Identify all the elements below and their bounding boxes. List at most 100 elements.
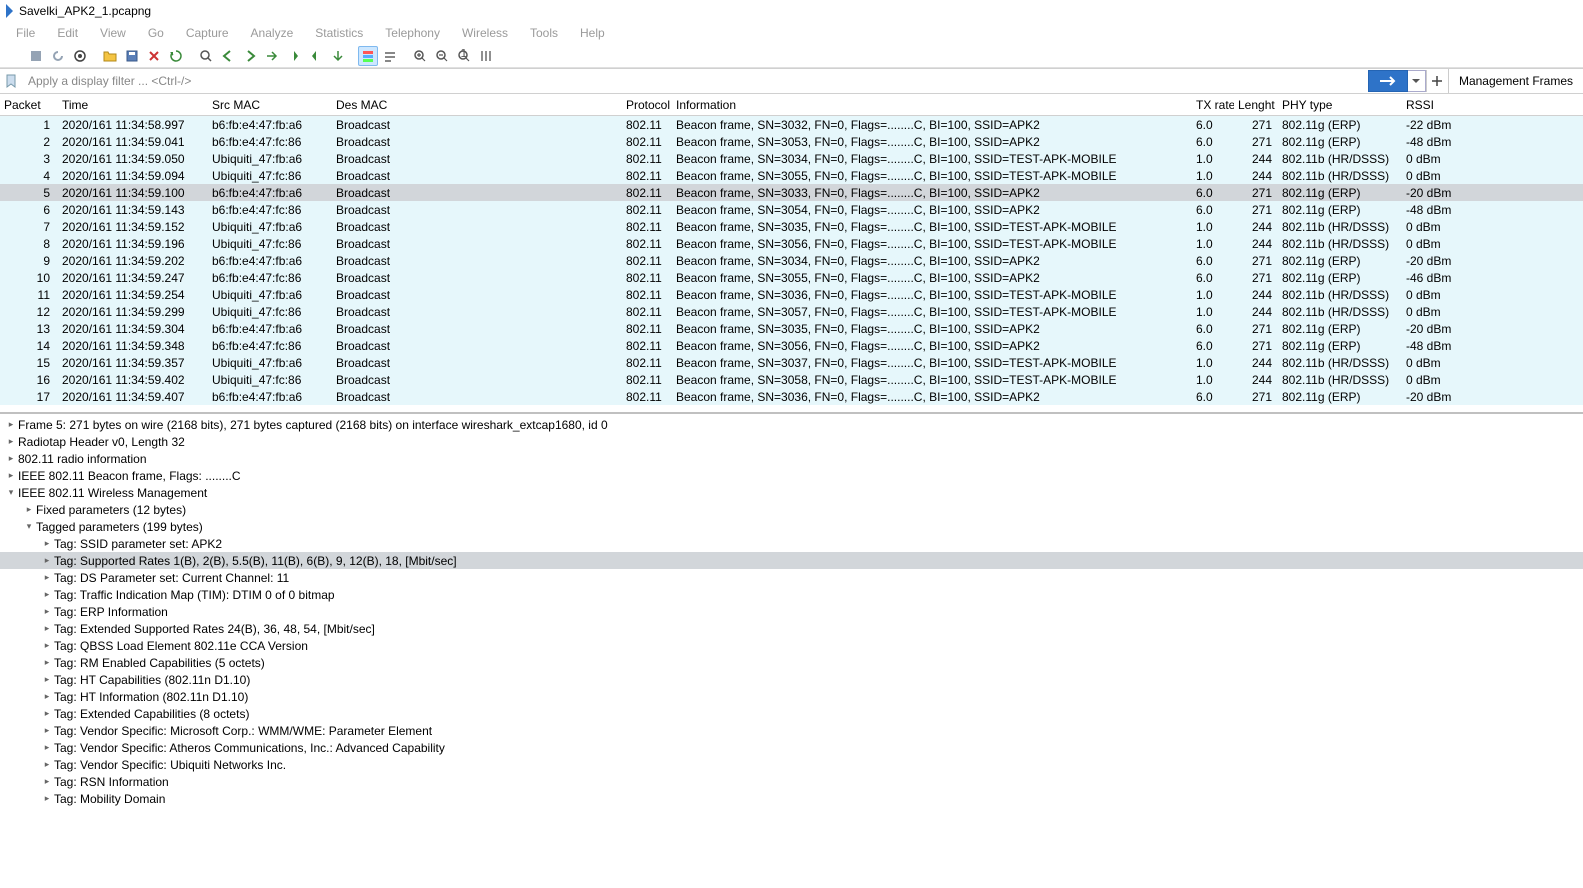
menu-file[interactable]: File xyxy=(6,24,45,42)
go-first-button[interactable] xyxy=(284,46,304,66)
expand-icon[interactable]: ▸ xyxy=(40,589,54,600)
expand-icon[interactable]: ▸ xyxy=(40,623,54,634)
detail-node[interactable]: ▸Frame 5: 271 bytes on wire (2168 bits),… xyxy=(0,416,1583,433)
capture-options-button[interactable] xyxy=(70,46,90,66)
col-time[interactable]: Time xyxy=(58,98,208,112)
go-back-button[interactable] xyxy=(218,46,238,66)
packet-row[interactable]: 122020/161 11:34:59.299Ubiquiti_47:fc:86… xyxy=(0,303,1583,320)
col-rssi[interactable]: RSSI xyxy=(1402,98,1462,112)
col-proto[interactable]: Protocol xyxy=(622,98,672,112)
go-to-packet-button[interactable] xyxy=(262,46,282,66)
expand-icon[interactable]: ▸ xyxy=(40,657,54,668)
zoom-in-button[interactable] xyxy=(410,46,430,66)
detail-node[interactable]: ▸Tag: Extended Supported Rates 24(B), 36… xyxy=(0,620,1583,637)
packet-details[interactable]: ▸Frame 5: 271 bytes on wire (2168 bits),… xyxy=(0,412,1583,888)
packet-row[interactable]: 142020/161 11:34:59.348b6:fb:e4:47:fc:86… xyxy=(0,337,1583,354)
detail-node[interactable]: ▾IEEE 802.11 Wireless Management xyxy=(0,484,1583,501)
expand-icon[interactable]: ▸ xyxy=(40,776,54,787)
go-last-button[interactable] xyxy=(306,46,326,66)
packet-row[interactable]: 62020/161 11:34:59.143b6:fb:e4:47:fc:86B… xyxy=(0,201,1583,218)
reload-button[interactable] xyxy=(166,46,186,66)
packet-row[interactable]: 172020/161 11:34:59.407b6:fb:e4:47:fb:a6… xyxy=(0,388,1583,405)
packet-row[interactable]: 162020/161 11:34:59.402Ubiquiti_47:fc:86… xyxy=(0,371,1583,388)
expand-icon[interactable]: ▸ xyxy=(4,453,18,464)
expand-icon[interactable]: ▸ xyxy=(40,708,54,719)
detail-node[interactable]: ▸Tag: Extended Capabilities (8 octets) xyxy=(0,705,1583,722)
detail-node[interactable]: ▸Tag: RM Enabled Capabilities (5 octets) xyxy=(0,654,1583,671)
expand-icon[interactable]: ▸ xyxy=(40,793,54,804)
apply-filter-button[interactable] xyxy=(1368,70,1408,92)
detail-node[interactable]: ▸802.11 radio information xyxy=(0,450,1583,467)
expand-icon[interactable]: ▸ xyxy=(22,504,36,515)
packet-row[interactable]: 132020/161 11:34:59.304b6:fb:e4:47:fb:a6… xyxy=(0,320,1583,337)
menu-analyze[interactable]: Analyze xyxy=(241,24,304,42)
packet-row[interactable]: 152020/161 11:34:59.357Ubiquiti_47:fb:a6… xyxy=(0,354,1583,371)
stop-capture-button[interactable] xyxy=(26,46,46,66)
col-tx[interactable]: TX rate xyxy=(1192,98,1234,112)
menu-telephony[interactable]: Telephony xyxy=(375,24,450,42)
display-filter-input[interactable] xyxy=(22,69,1368,93)
packet-row[interactable]: 92020/161 11:34:59.202b6:fb:e4:47:fb:a6B… xyxy=(0,252,1583,269)
filter-expression-button[interactable]: Management Frames xyxy=(1448,69,1583,93)
detail-node[interactable]: ▸Tag: HT Capabilities (802.11n D1.10) xyxy=(0,671,1583,688)
col-info[interactable]: Information xyxy=(672,98,1192,112)
add-filter-button[interactable] xyxy=(1426,70,1448,92)
detail-node[interactable]: ▸Tag: Vendor Specific: Atheros Communica… xyxy=(0,739,1583,756)
menu-go[interactable]: Go xyxy=(138,24,174,42)
start-capture-button[interactable] xyxy=(4,46,24,66)
expand-collapse-icon[interactable]: ▾ xyxy=(22,521,36,532)
expand-icon[interactable]: ▸ xyxy=(40,555,54,566)
detail-node[interactable]: ▸Tag: SSID parameter set: APK2 xyxy=(0,535,1583,552)
detail-node[interactable]: ▸Tag: Supported Rates 1(B), 2(B), 5.5(B)… xyxy=(0,552,1583,569)
expand-icon[interactable]: ▸ xyxy=(40,572,54,583)
menu-statistics[interactable]: Statistics xyxy=(305,24,373,42)
auto-scroll-button[interactable] xyxy=(328,46,348,66)
col-len[interactable]: Lenght xyxy=(1234,98,1278,112)
packet-row[interactable]: 102020/161 11:34:59.247b6:fb:e4:47:fc:86… xyxy=(0,269,1583,286)
detail-node[interactable]: ▾Tagged parameters (199 bytes) xyxy=(0,518,1583,535)
colorize-button[interactable] xyxy=(358,46,378,66)
packet-row[interactable]: 22020/161 11:34:59.041b6:fb:e4:47:fc:86B… xyxy=(0,133,1583,150)
packet-row[interactable]: 72020/161 11:34:59.152Ubiquiti_47:fb:a6B… xyxy=(0,218,1583,235)
detail-node[interactable]: ▸Tag: Vendor Specific: Microsoft Corp.: … xyxy=(0,722,1583,739)
packet-row[interactable]: 32020/161 11:34:59.050Ubiquiti_47:fb:a6B… xyxy=(0,150,1583,167)
expand-icon[interactable]: ▸ xyxy=(40,759,54,770)
detail-node[interactable]: ▸Tag: HT Information (802.11n D1.10) xyxy=(0,688,1583,705)
find-packet-button[interactable] xyxy=(196,46,216,66)
packet-row[interactable]: 52020/161 11:34:59.100b6:fb:e4:47:fb:a6B… xyxy=(0,184,1583,201)
packet-row[interactable]: 42020/161 11:34:59.094Ubiquiti_47:fc:86B… xyxy=(0,167,1583,184)
expand-icon[interactable]: ▸ xyxy=(40,725,54,736)
zoom-reset-button[interactable]: 1 xyxy=(454,46,474,66)
detail-node[interactable]: ▸Tag: DS Parameter set: Current Channel:… xyxy=(0,569,1583,586)
expand-icon[interactable]: ▸ xyxy=(40,742,54,753)
open-file-button[interactable] xyxy=(100,46,120,66)
expand-icon[interactable]: ▸ xyxy=(40,538,54,549)
col-src[interactable]: Src MAC xyxy=(208,98,332,112)
detail-node[interactable]: ▸Fixed parameters (12 bytes) xyxy=(0,501,1583,518)
detail-node[interactable]: ▸IEEE 802.11 Beacon frame, Flags: ......… xyxy=(0,467,1583,484)
detail-node[interactable]: ▸Tag: Traffic Indication Map (TIM): DTIM… xyxy=(0,586,1583,603)
close-file-button[interactable] xyxy=(144,46,164,66)
menu-view[interactable]: View xyxy=(90,24,136,42)
menu-help[interactable]: Help xyxy=(570,24,615,42)
detail-node[interactable]: ▸Tag: RSN Information xyxy=(0,773,1583,790)
bookmark-filter-button[interactable] xyxy=(0,70,22,92)
zoom-text-button[interactable] xyxy=(380,46,400,66)
menu-edit[interactable]: Edit xyxy=(47,24,88,42)
packet-list[interactable]: 12020/161 11:34:58.997b6:fb:e4:47:fb:a6B… xyxy=(0,116,1583,412)
detail-node[interactable]: ▸Tag: Vendor Specific: Ubiquiti Networks… xyxy=(0,756,1583,773)
detail-node[interactable]: ▸Tag: QBSS Load Element 802.11e CCA Vers… xyxy=(0,637,1583,654)
detail-node[interactable]: ▸Radiotap Header v0, Length 32 xyxy=(0,433,1583,450)
expand-icon[interactable]: ▸ xyxy=(4,419,18,430)
go-forward-button[interactable] xyxy=(240,46,260,66)
expand-icon[interactable]: ▸ xyxy=(40,691,54,702)
expand-icon[interactable]: ▸ xyxy=(4,470,18,481)
menu-wireless[interactable]: Wireless xyxy=(452,24,518,42)
col-des[interactable]: Des MAC xyxy=(332,98,622,112)
packet-row[interactable]: 12020/161 11:34:58.997b6:fb:e4:47:fb:a6B… xyxy=(0,116,1583,133)
menu-capture[interactable]: Capture xyxy=(176,24,239,42)
expand-icon[interactable]: ▸ xyxy=(40,640,54,651)
menu-tools[interactable]: Tools xyxy=(520,24,568,42)
resize-columns-button[interactable] xyxy=(476,46,496,66)
detail-node[interactable]: ▸Tag: Mobility Domain xyxy=(0,790,1583,807)
